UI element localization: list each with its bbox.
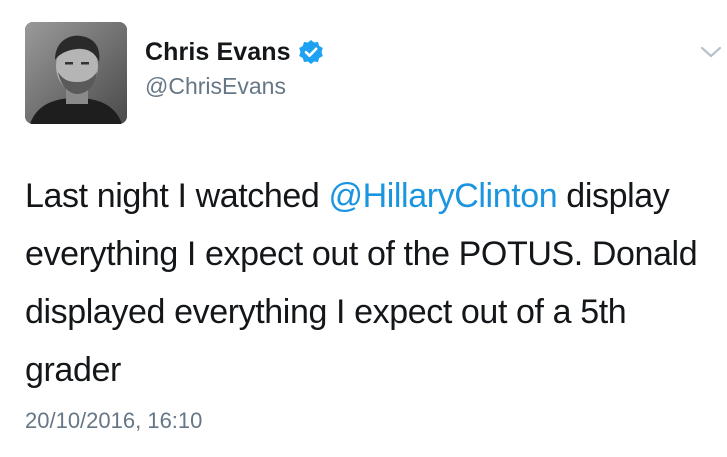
display-name[interactable]: Chris Evans [145,38,291,67]
tweet-timestamp[interactable]: 20/10/2016, 16:10 [25,408,202,434]
verified-badge-icon [298,39,324,65]
chevron-down-icon[interactable] [699,44,723,60]
author-name-row: Chris Evans [145,36,324,68]
user-handle[interactable]: @ChrisEvans [145,73,286,100]
tweet-text: Last night I watched @HillaryClinton dis… [25,167,715,399]
mention-link[interactable]: @HillaryClinton [328,177,557,215]
tweet-text-start: Last night I watched [25,177,329,215]
avatar[interactable] [25,22,127,124]
profile-photo-icon [25,22,127,124]
